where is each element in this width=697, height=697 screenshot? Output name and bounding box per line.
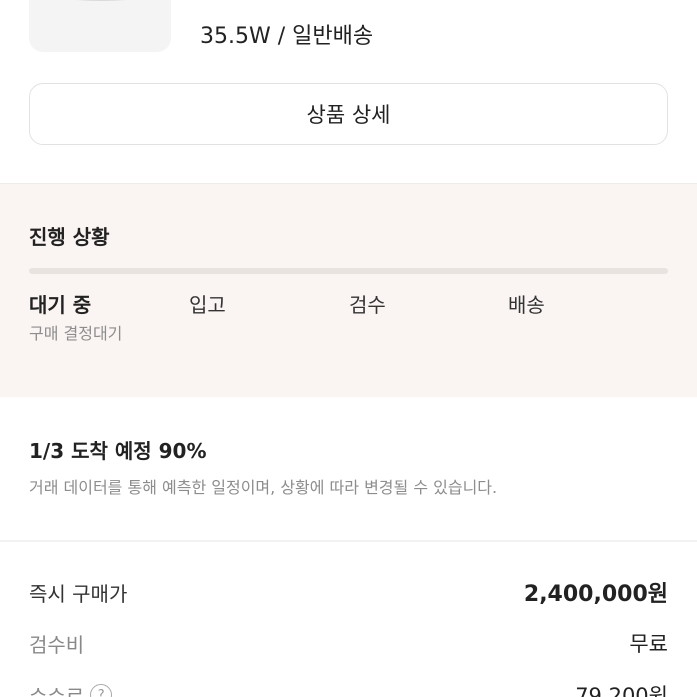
progress-title: 진행 상황 — [29, 225, 110, 249]
arrival-estimate-description: 거래 데이터를 통해 예측한 일정이며, 상황에 따라 변경될 수 있습니다. — [29, 478, 498, 497]
step-status-subtext: 구매 결정대기 — [29, 324, 123, 343]
step-shipping: 배송 — [508, 293, 545, 317]
product-detail-button[interactable]: 상품 상세 — [29, 83, 668, 145]
arrival-estimate-section: 1/3 도착 예정 90% 거래 데이터를 통해 예측한 일정이며, 상황에 따… — [0, 397, 697, 542]
question-circle-icon[interactable]: ? — [90, 684, 113, 697]
price-label: 즉시 구매가 — [29, 581, 128, 606]
product-option-text: 35.5W / 일반배송 — [200, 24, 374, 49]
progress-bar — [29, 268, 668, 274]
price-label-with-help: 수수료 ? — [29, 681, 113, 697]
price-value: 2,400,000원 — [523, 582, 668, 607]
step-warehousing: 입고 — [189, 293, 226, 317]
price-row-inspection-fee: 검수비 무료 — [29, 628, 668, 658]
arrival-estimate-title: 1/3 도착 예정 90% — [29, 439, 207, 463]
price-row-buy-now: 즉시 구매가 2,400,000원 — [29, 576, 668, 608]
price-value: 79,200원 — [575, 684, 668, 697]
product-thumbnail — [29, 0, 171, 52]
price-label-text: 수수료 — [29, 684, 85, 697]
progress-section: 진행 상황 대기 중 입고 검수 배송 구매 결정대기 — [0, 183, 697, 397]
price-row-commission: 수수료 ? 79,200원 — [29, 680, 668, 697]
section-divider — [0, 540, 697, 542]
step-inspection: 검수 — [349, 293, 386, 317]
sneaker-image — [76, 0, 126, 1]
price-value: 무료 — [629, 632, 668, 656]
step-waiting: 대기 중 — [29, 293, 92, 317]
price-label: 검수비 — [29, 632, 85, 657]
